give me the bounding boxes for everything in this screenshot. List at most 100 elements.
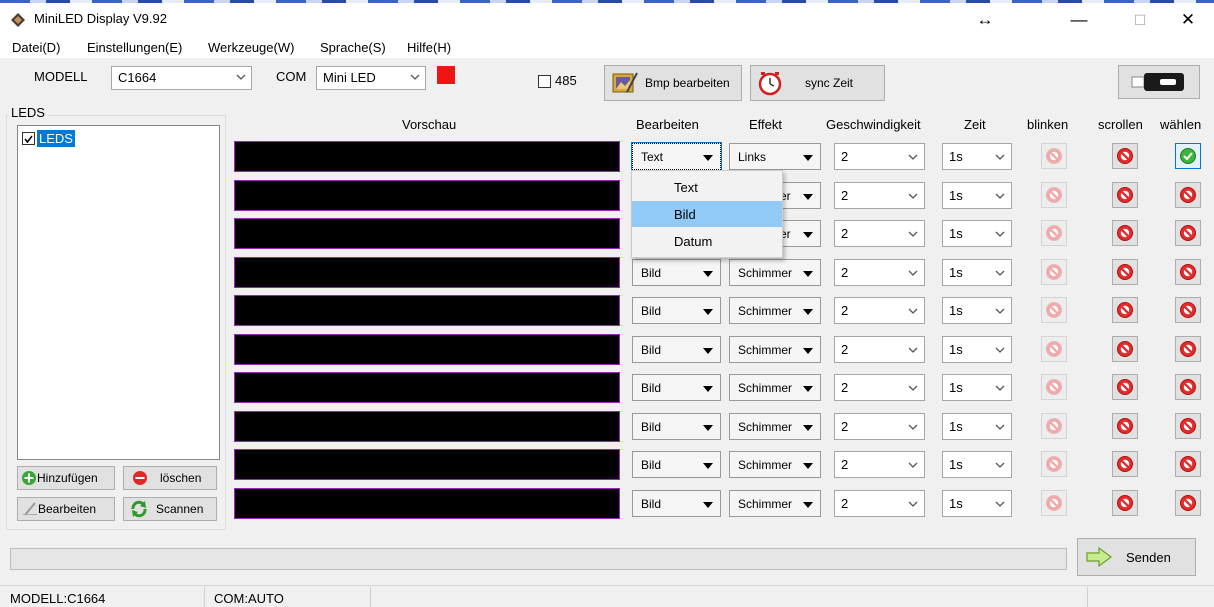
speed-select[interactable]: 2	[834, 297, 925, 324]
dropdown-option-image[interactable]: Bild	[632, 201, 782, 227]
speed-select[interactable]: 2	[834, 182, 925, 209]
sync-time-button[interactable]: sync Zeit	[750, 65, 885, 101]
preview-panel[interactable]	[234, 141, 620, 172]
dropdown-option-date[interactable]: Datum	[632, 228, 782, 254]
edit-type-select[interactable]: Bild	[632, 374, 721, 401]
rs485-checkbox[interactable]	[538, 75, 551, 88]
scan-button[interactable]: Scannen	[123, 497, 217, 521]
time-select[interactable]: 1s	[942, 451, 1012, 478]
menu-file[interactable]: Datei(D)	[12, 40, 60, 55]
blink-toggle[interactable]	[1041, 413, 1067, 439]
effect-select[interactable]: Schimmer	[729, 490, 821, 517]
edit-type-select[interactable]: Text	[631, 142, 722, 171]
maximize-button[interactable]: ☐	[1117, 6, 1163, 34]
scroll-toggle[interactable]	[1112, 374, 1138, 400]
tree-checkbox-leds[interactable]	[22, 132, 35, 145]
blink-toggle[interactable]	[1041, 336, 1067, 362]
menu-settings[interactable]: Einstellungen(E)	[87, 40, 182, 55]
scroll-toggle[interactable]	[1112, 297, 1138, 323]
leds-tree[interactable]	[17, 125, 220, 460]
blink-toggle[interactable]	[1041, 143, 1067, 169]
scroll-toggle[interactable]	[1112, 451, 1138, 477]
preview-panel[interactable]	[234, 180, 620, 211]
effect-select[interactable]: Schimmer	[729, 451, 821, 478]
preview-panel[interactable]	[234, 334, 620, 365]
preview-panel[interactable]	[234, 218, 620, 249]
scroll-toggle[interactable]	[1112, 490, 1138, 516]
select-toggle[interactable]	[1175, 336, 1201, 362]
scroll-toggle[interactable]	[1112, 413, 1138, 439]
scroll-toggle[interactable]	[1112, 143, 1138, 169]
time-select[interactable]: 1s	[942, 259, 1012, 286]
speed-select[interactable]: 2	[834, 336, 925, 363]
usb-button[interactable]	[1118, 65, 1200, 99]
send-button[interactable]: Senden	[1077, 538, 1196, 576]
effect-select[interactable]: Schimmer	[729, 413, 821, 440]
scroll-toggle[interactable]	[1112, 182, 1138, 208]
title-bar[interactable]	[0, 0, 1214, 36]
speed-select[interactable]: 2	[834, 413, 925, 440]
select-toggle[interactable]	[1175, 451, 1201, 477]
speed-select[interactable]: 2	[834, 259, 925, 286]
preview-panel[interactable]	[234, 257, 620, 288]
minimize-button[interactable]: —	[1056, 6, 1102, 34]
select-toggle[interactable]	[1175, 143, 1201, 169]
scroll-toggle[interactable]	[1112, 259, 1138, 285]
edit-type-select[interactable]: Bild	[632, 259, 721, 286]
edit-type-select[interactable]: Bild	[632, 490, 721, 517]
time-select[interactable]: 1s	[942, 336, 1012, 363]
blink-toggle[interactable]	[1041, 259, 1067, 285]
select-toggle[interactable]	[1175, 220, 1201, 246]
scroll-toggle[interactable]	[1112, 336, 1138, 362]
effect-select[interactable]: Schimmer	[729, 297, 821, 324]
time-select[interactable]: 1s	[942, 413, 1012, 440]
delete-button[interactable]: löschen	[123, 466, 217, 490]
time-select[interactable]: 1s	[942, 220, 1012, 247]
dropdown-option-text[interactable]: Text	[632, 174, 782, 200]
select-toggle[interactable]	[1175, 374, 1201, 400]
edit-type-select[interactable]: Bild	[632, 413, 721, 440]
time-select[interactable]: 1s	[942, 143, 1012, 170]
time-select[interactable]: 1s	[942, 182, 1012, 209]
select-toggle[interactable]	[1175, 297, 1201, 323]
menu-help[interactable]: Hilfe(H)	[407, 40, 451, 55]
preview-panel[interactable]	[234, 295, 620, 326]
speed-select[interactable]: 2	[834, 490, 925, 517]
time-select[interactable]: 1s	[942, 490, 1012, 517]
add-button[interactable]: Hinzufügen	[17, 466, 115, 490]
bmp-edit-button[interactable]: Bmp bearbeiten	[604, 65, 742, 101]
model-select[interactable]: C1664	[111, 66, 252, 90]
preview-panel[interactable]	[234, 449, 620, 480]
speed-select[interactable]: 2	[834, 374, 925, 401]
preview-panel[interactable]	[234, 372, 620, 403]
effect-select[interactable]: Schimmer	[729, 259, 821, 286]
select-toggle[interactable]	[1175, 259, 1201, 285]
blink-toggle[interactable]	[1041, 490, 1067, 516]
select-toggle[interactable]	[1175, 490, 1201, 516]
effect-select[interactable]: Schimmer	[729, 374, 821, 401]
edit-button[interactable]: Bearbeiten	[17, 497, 115, 521]
select-toggle[interactable]	[1175, 182, 1201, 208]
resize-arrows-icon[interactable]: ↔	[962, 6, 1008, 34]
speed-select[interactable]: 2	[834, 451, 925, 478]
menu-tools[interactable]: Werkzeuge(W)	[208, 40, 294, 55]
menu-language[interactable]: Sprache(S)	[320, 40, 386, 55]
close-button[interactable]: ✕	[1165, 6, 1211, 34]
scroll-toggle[interactable]	[1112, 220, 1138, 246]
tree-item-leds[interactable]: LEDS	[37, 130, 75, 147]
edit-type-select[interactable]: Bild	[632, 451, 721, 478]
blink-toggle[interactable]	[1041, 374, 1067, 400]
effect-select[interactable]: Schimmer	[729, 336, 821, 363]
preview-panel[interactable]	[234, 411, 620, 442]
time-select[interactable]: 1s	[942, 374, 1012, 401]
blink-toggle[interactable]	[1041, 220, 1067, 246]
time-select[interactable]: 1s	[942, 297, 1012, 324]
select-toggle[interactable]	[1175, 413, 1201, 439]
edit-type-select[interactable]: Bild	[632, 297, 721, 324]
speed-select[interactable]: 2	[834, 220, 925, 247]
preview-panel[interactable]	[234, 488, 620, 519]
blink-toggle[interactable]	[1041, 451, 1067, 477]
effect-select[interactable]: Links	[729, 143, 821, 170]
blink-toggle[interactable]	[1041, 182, 1067, 208]
com-select[interactable]: Mini LED	[316, 66, 426, 90]
